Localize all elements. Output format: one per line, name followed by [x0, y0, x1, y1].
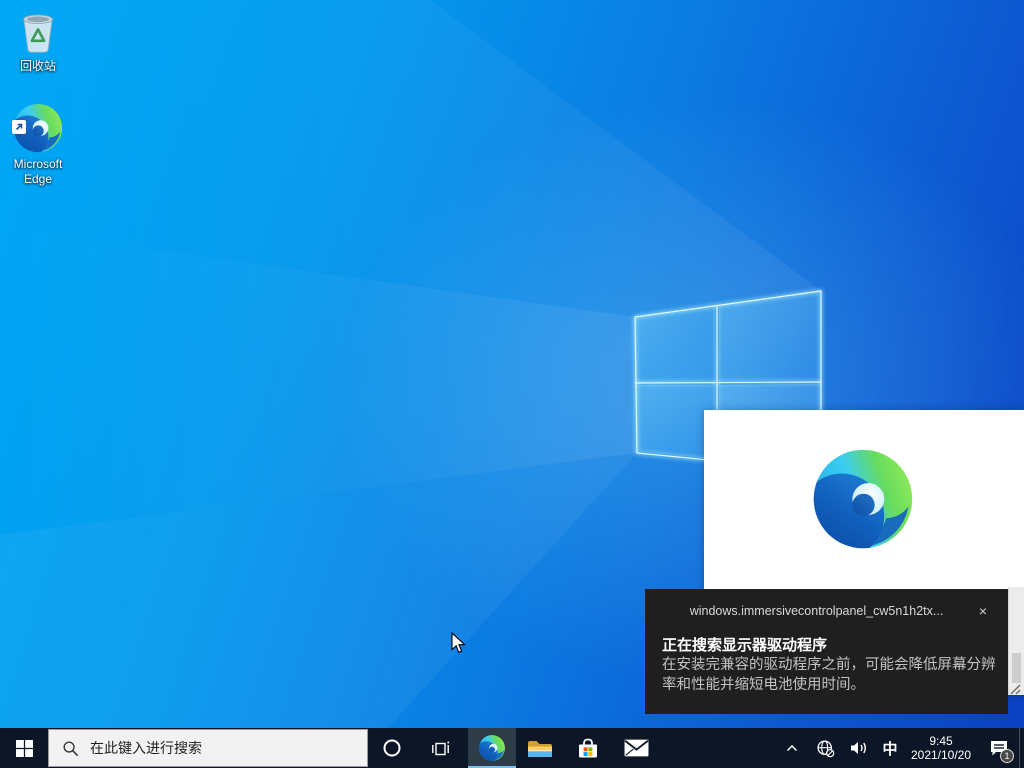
edge-logo-icon	[2, 100, 74, 154]
recycle-bin-icon	[2, 8, 74, 56]
task-view-button[interactable]	[416, 728, 464, 768]
cortana-button[interactable]	[368, 728, 416, 768]
ime-indicator[interactable]: 中	[875, 728, 905, 768]
scrollbar-thumb[interactable]	[1012, 653, 1021, 683]
desktop-icon-label: 回收站	[2, 59, 74, 74]
clock-date: 2021/10/20	[911, 748, 971, 762]
edge-logo-large	[810, 446, 916, 552]
taskbar-store-button[interactable]	[564, 728, 612, 768]
toast-app-id: windows.immersivecontrolpanel_cw5n1h2tx.…	[665, 604, 968, 618]
tray-network-button[interactable]	[809, 728, 842, 768]
mail-icon	[624, 739, 649, 757]
notification-badge: 1	[1000, 749, 1014, 763]
file-explorer-icon	[527, 738, 553, 759]
search-icon	[62, 740, 79, 757]
taskbar-file-explorer-button[interactable]	[516, 728, 564, 768]
action-center-button[interactable]: 1	[977, 728, 1019, 768]
clock-time: 9:45	[929, 734, 952, 748]
search-input[interactable]	[90, 740, 360, 756]
window-resize-grip[interactable]	[1007, 682, 1023, 696]
show-desktop-button[interactable]	[1019, 728, 1024, 768]
taskbar-clock[interactable]: 9:45 2021/10/20	[905, 728, 977, 768]
desktop-icon-microsoft-edge[interactable]: Microsoft Edge	[2, 100, 74, 187]
shortcut-arrow-icon	[12, 120, 26, 134]
chevron-up-icon	[786, 744, 798, 752]
cortana-icon	[382, 738, 402, 758]
desktop-icon-label: Microsoft Edge	[6, 157, 70, 187]
toast-title: 正在搜索显示器驱动程序	[662, 634, 827, 655]
globe-no-internet-icon	[816, 739, 835, 758]
taskbar-search-box[interactable]	[48, 729, 368, 767]
window-scrollbar[interactable]	[1008, 587, 1024, 695]
start-button[interactable]	[0, 728, 48, 768]
taskbar-edge-button[interactable]	[468, 728, 516, 768]
close-icon[interactable]: ×	[972, 600, 994, 622]
tray-volume-button[interactable]	[842, 728, 875, 768]
taskbar: 中 9:45 2021/10/20 1	[0, 728, 1024, 768]
task-view-icon	[430, 739, 451, 758]
desktop-icon-recycle-bin[interactable]: 回收站	[2, 8, 74, 74]
ime-label: 中	[882, 738, 897, 759]
notification-toast[interactable]: windows.immersivecontrolpanel_cw5n1h2tx.…	[645, 589, 1008, 714]
windows-logo-icon	[16, 740, 33, 757]
microsoft-store-icon	[577, 738, 599, 759]
tray-expand-button[interactable]	[775, 728, 809, 768]
speaker-icon	[849, 740, 869, 756]
taskbar-mail-button[interactable]	[612, 728, 660, 768]
toast-body: 在安装完兼容的驱动程序之前，可能会降低屏幕分辨率和性能并缩短电池使用时间。	[662, 655, 996, 695]
edge-icon	[478, 734, 506, 762]
